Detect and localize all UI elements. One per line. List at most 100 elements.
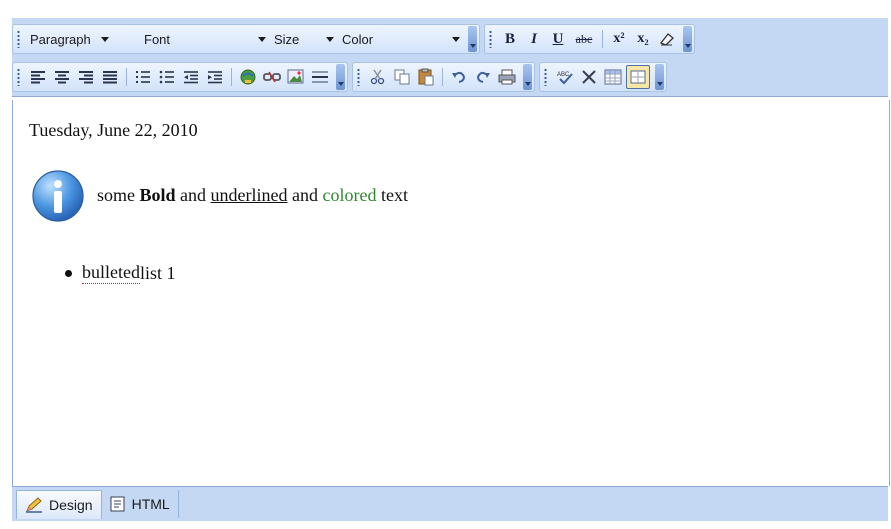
toolbar-separator (442, 68, 443, 86)
toolbar-grip[interactable] (17, 68, 20, 86)
bulleted-list-icon (159, 70, 174, 84)
toolbar-grip[interactable] (544, 68, 547, 86)
toolbar-overflow-button[interactable] (336, 64, 345, 90)
table-grid-icon (630, 70, 646, 84)
paragraph-dropdown[interactable]: Paragraph (26, 30, 140, 48)
align-left-button[interactable] (27, 66, 49, 88)
paragraph-text: and (175, 185, 211, 205)
justify-icon (103, 71, 117, 84)
outdent-button[interactable] (180, 66, 202, 88)
chevron-down-icon (100, 36, 109, 42)
paragraph-text: and (287, 185, 323, 205)
link-globe-icon (240, 69, 256, 85)
tab-design-label: Design (49, 496, 93, 513)
copy-button[interactable] (391, 66, 413, 88)
align-center-button[interactable] (51, 66, 73, 88)
image-icon (287, 69, 304, 84)
toolbar-row-2: ABC (12, 58, 671, 96)
paragraph-text: text (376, 185, 408, 205)
color-dropdown[interactable]: Color (338, 30, 464, 48)
chevron-down-icon (452, 36, 460, 42)
copy-icon (394, 69, 410, 85)
redo-icon (476, 71, 490, 83)
color-dropdown-label: Color (342, 31, 374, 47)
unlink-button[interactable] (261, 66, 283, 88)
insert-table-button[interactable] (602, 66, 624, 88)
toolbar-separator (602, 30, 603, 48)
toolbar-separator (231, 68, 232, 86)
align-right-button[interactable] (75, 66, 97, 88)
tab-html[interactable]: HTML (102, 490, 179, 518)
clipboard-strip (352, 62, 535, 92)
justify-button[interactable] (99, 66, 121, 88)
indent-button[interactable] (204, 66, 226, 88)
bulleted-list-button[interactable] (156, 66, 178, 88)
scissors-icon (370, 69, 385, 85)
list-item-text: list 1 (139, 262, 176, 283)
html-editor: Paragraph Font Size Color B I U abc x² x… (0, 0, 891, 529)
tab-html-label: HTML (131, 496, 170, 512)
toolbar-overflow-button[interactable] (468, 26, 477, 52)
toolbar-overflow-button[interactable] (523, 64, 532, 90)
print-button[interactable] (496, 66, 518, 88)
toolbar-area: Paragraph Font Size Color B I U abc x² x… (12, 18, 888, 97)
mode-tab-bar: Design HTML (12, 486, 888, 521)
spell-check-button[interactable]: ABC (554, 66, 576, 88)
delete-button[interactable] (578, 66, 600, 88)
insert-image-button[interactable] (285, 66, 307, 88)
italic-button[interactable]: I (523, 28, 545, 50)
date-text: Tuesday, June 22, 2010 (29, 120, 198, 140)
numbered-list-icon (136, 71, 150, 83)
tools-strip: ABC (539, 62, 667, 92)
tab-design[interactable]: Design (16, 489, 102, 519)
horizontal-rule-button[interactable] (309, 66, 331, 88)
strikethrough-button[interactable]: abc (571, 28, 597, 50)
toolbar-row-1: Paragraph Font Size Color B I U abc x² x… (12, 20, 699, 58)
toolbar-grip[interactable] (17, 30, 20, 48)
editor-content[interactable]: Tuesday, June 22, 2010 some Bold and und… (12, 100, 890, 486)
numbered-list-button[interactable] (132, 66, 154, 88)
paragraph-dropdown-label: Paragraph (30, 31, 91, 47)
align-left-icon (31, 71, 45, 84)
bold-text: Bold (139, 185, 176, 205)
unlink-icon (263, 71, 281, 83)
toolbar-overflow-button[interactable] (655, 64, 664, 90)
horizontal-rule-icon (312, 71, 328, 83)
size-dropdown[interactable]: Size (270, 30, 338, 48)
font-dropdown[interactable]: Font (140, 30, 270, 48)
cut-button[interactable] (367, 66, 389, 88)
indent-icon (208, 71, 222, 84)
subscript-button[interactable]: x₂ (632, 28, 654, 50)
table-properties-button[interactable] (626, 65, 650, 89)
content-paragraph: some Bold and underlined and colored tex… (97, 185, 408, 206)
list-item: bulleted list 1 (65, 262, 176, 284)
design-pencil-icon (26, 496, 42, 513)
eraser-icon (659, 33, 674, 46)
chevron-down-icon (326, 36, 334, 42)
undo-button[interactable] (448, 66, 470, 88)
align-center-icon (55, 71, 69, 84)
html-document-icon (110, 496, 125, 512)
toolbar-grip[interactable] (357, 68, 360, 86)
align-right-icon (79, 71, 93, 84)
eraser-button[interactable] (656, 28, 678, 50)
redo-button[interactable] (472, 66, 494, 88)
outdent-icon (184, 71, 198, 84)
font-dropdown-label: Font (144, 31, 171, 47)
close-x-icon (582, 70, 596, 84)
superscript-button[interactable]: x² (608, 28, 630, 50)
paragraph-text: some (97, 185, 140, 205)
chevron-down-icon (258, 36, 266, 42)
toolbar-overflow-button[interactable] (683, 26, 692, 52)
paste-button[interactable] (415, 66, 437, 88)
underline-button[interactable]: U (547, 28, 569, 50)
text-style-strip: B I U abc x² x₂ (484, 24, 695, 54)
underlined-text: underlined (210, 185, 288, 205)
toolbar-grip[interactable] (489, 30, 492, 48)
printer-icon (498, 69, 516, 85)
toolbar-separator (126, 68, 127, 86)
bold-button[interactable]: B (499, 28, 521, 50)
size-dropdown-label: Size (274, 31, 300, 47)
insert-link-button[interactable] (237, 66, 259, 88)
info-icon (32, 170, 84, 222)
